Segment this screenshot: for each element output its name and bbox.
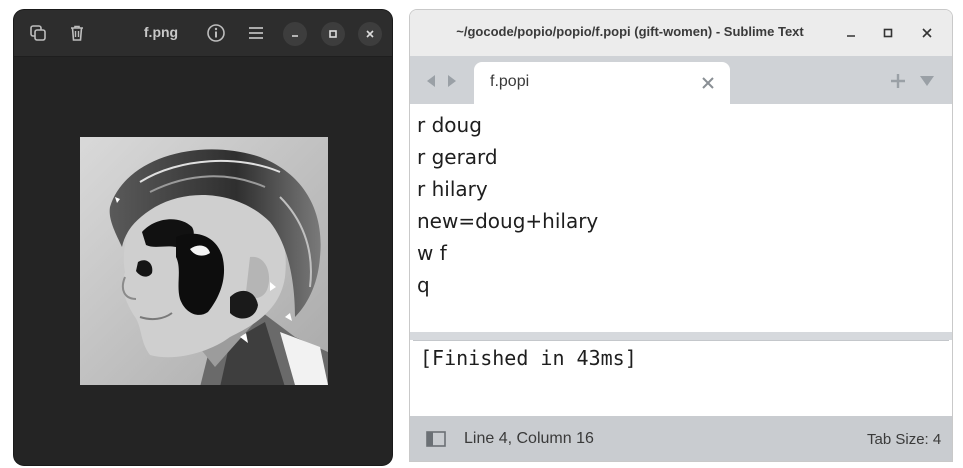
tab-right-arrow-icon[interactable] [445, 74, 459, 88]
tab-bar: f.popi [410, 56, 952, 104]
displayed-image [80, 137, 328, 385]
maximize-icon[interactable] [321, 22, 345, 46]
viewer-title: f.png [143, 24, 179, 40]
window-title: ~/gocode/popio/popio/f.popi (gift-women)… [456, 24, 804, 39]
viewer-header-bar: f.png [14, 10, 392, 57]
code-line: r gerard [417, 145, 498, 169]
status-bar: Line 4, Column 16 Tab Size: 4 [410, 416, 952, 461]
output-panel: [Finished in 43ms] [413, 340, 949, 416]
cursor-position: Line 4, Column 16 [464, 430, 594, 447]
desktop: f.png ~/gocode/popio/popio/f.popi (gift-… [0, 0, 963, 468]
sublime-text-window: ~/gocode/popio/popio/f.popi (gift-women)… [409, 9, 953, 462]
new-tab-plus-icon[interactable] [890, 73, 906, 89]
tab-f-popi[interactable]: f.popi [474, 62, 730, 104]
code-editor[interactable]: r doug r gerard r hilary new=doug+hilary… [410, 104, 952, 332]
code-line: new=doug+hilary [417, 209, 599, 233]
close-icon[interactable] [358, 22, 382, 46]
tab-dropdown-icon[interactable] [919, 75, 935, 87]
side-panel-toggle-icon[interactable] [426, 431, 446, 447]
copy-icon[interactable] [26, 21, 50, 45]
tab-close-icon[interactable] [700, 75, 716, 91]
code-line: r hilary [417, 177, 488, 201]
close-icon[interactable] [916, 22, 938, 44]
trash-icon[interactable] [65, 21, 89, 45]
tab-left-arrow-icon[interactable] [424, 74, 438, 88]
info-icon[interactable] [204, 21, 228, 45]
image-viewer-window: f.png [14, 10, 392, 465]
code-line: r doug [417, 113, 482, 137]
build-output: [Finished in 43ms] [420, 346, 637, 370]
menu-icon[interactable] [244, 21, 268, 45]
panel-divider[interactable] [410, 332, 952, 340]
sublime-titlebar: ~/gocode/popio/popio/f.popi (gift-women)… [410, 10, 952, 56]
minimize-icon[interactable] [840, 22, 862, 44]
tab-size-selector[interactable]: Tab Size: 4 [867, 431, 952, 448]
code-line: q [417, 273, 430, 297]
code-line: w f [417, 241, 447, 265]
maximize-icon[interactable] [877, 22, 899, 44]
tab-label: f.popi [490, 73, 530, 90]
minimize-icon[interactable] [283, 22, 307, 46]
